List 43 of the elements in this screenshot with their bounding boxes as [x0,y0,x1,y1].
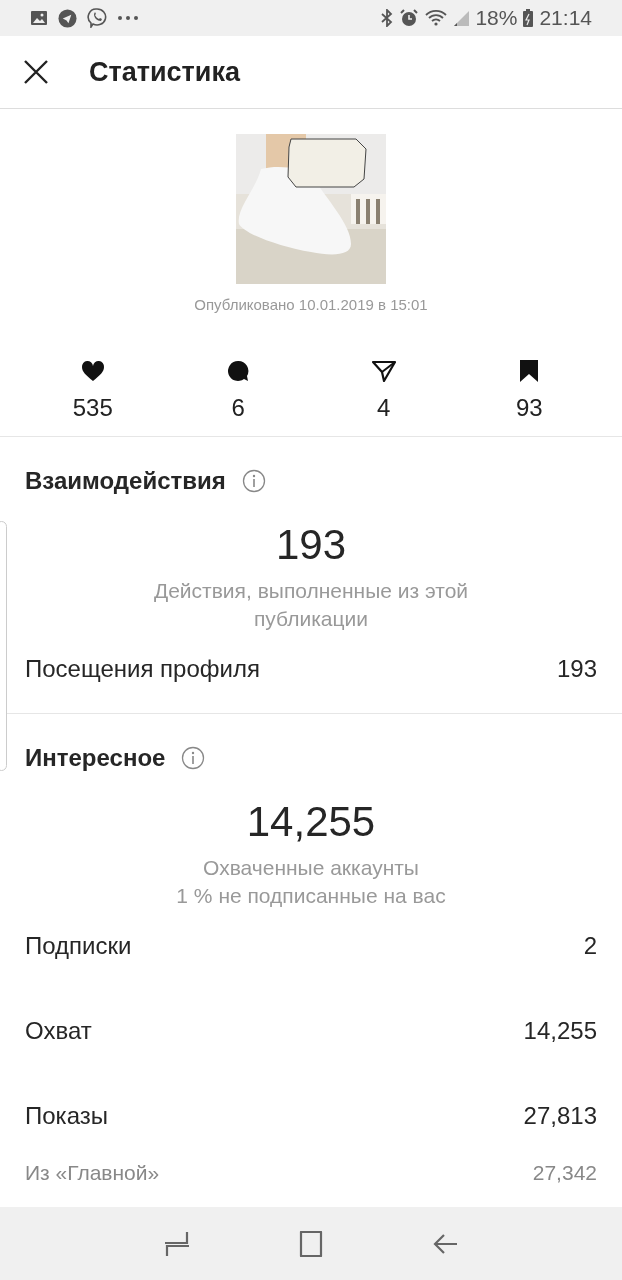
battery-icon [523,9,534,27]
row-value: 27,342 [532,1161,597,1185]
bluetooth-icon [381,9,394,27]
counter-value: 4 [377,394,391,422]
send-icon [371,360,396,382]
big-number: 193 [275,521,347,569]
bookmark-icon [520,360,539,382]
wifi-icon [425,9,448,27]
row-value: 193 [556,655,597,683]
phone-icon [87,8,107,28]
comment-icon [227,360,250,382]
info-icon[interactable] [181,746,206,770]
section-title: Взаимодействия [25,467,226,495]
recent-apps-icon[interactable] [164,1230,190,1257]
alarm-icon [399,8,420,28]
section-title: Интересное [25,744,166,772]
close-icon [23,59,49,85]
row-label: Подписки [25,932,132,960]
home-icon[interactable] [298,1230,324,1257]
counter-value: 535 [72,394,113,422]
gallery-icon [30,10,48,26]
row-value: 2 [583,932,597,960]
more-icon [117,15,139,21]
row-value: 27,813 [523,1102,597,1130]
signal-icon [453,10,470,26]
caption: Действия, выполненные из этой публикации [152,578,470,632]
battery-percent: 18% [475,6,518,30]
heart-icon [80,360,105,382]
row-label: Посещения профиля [25,655,260,683]
screen-title: Статистика [89,56,240,88]
info-icon[interactable] [241,469,266,493]
row-label: Показы [25,1102,108,1130]
row-label: Из «Главной» [25,1161,160,1185]
counter-value: 6 [231,394,245,422]
row-label: Охват [25,1017,92,1045]
publish-date: Опубликовано 10.01.2019 в 15:01 [194,296,428,313]
telegram-icon [58,8,77,28]
clock: 21:14 [539,6,592,30]
row-value: 14,255 [523,1017,597,1045]
caption: Охваченные аккаунты [202,855,420,881]
big-number: 14,255 [246,798,376,846]
caption: 1 % не подписанные на вас [175,883,447,909]
counter-value: 93 [515,394,543,422]
